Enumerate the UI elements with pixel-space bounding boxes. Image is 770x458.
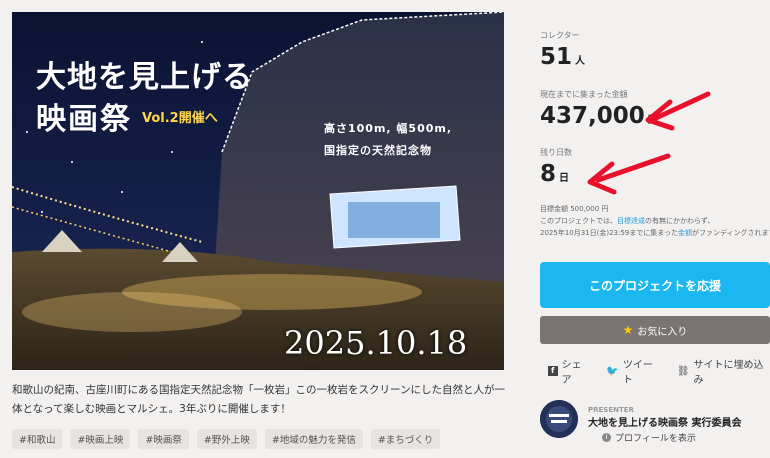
favorite-label: お気に入り bbox=[637, 326, 688, 338]
arrow-icon bbox=[587, 153, 671, 195]
project-hero-image: 大地を見上げる 映画祭 Vol.2開催へ 高さ100m, 幅500m, 国指定の… bbox=[12, 12, 504, 370]
presenter-name[interactable]: 大地を見上げる映画祭 実行委員会 bbox=[588, 418, 770, 430]
days-left: 8日 bbox=[540, 161, 569, 187]
days-unit: 日 bbox=[559, 173, 570, 184]
funding-note-2-suffix: がファンディングされます。 bbox=[691, 229, 770, 237]
tag-list: #和歌山 #映画上映 #映画祭 #野外上映 #地域の魅力を発信 #まちづくり bbox=[12, 429, 441, 449]
project-description: 和歌山の紀南、古座川町にある国指定天然記念物「一枚岩」この一枚岩をスクリーンにし… bbox=[12, 384, 505, 415]
twitter-share-button[interactable]: 🐦 ツイート bbox=[606, 356, 660, 386]
funding-note-1: このプロジェクトでは、目標達成の有無にかかわらず、 bbox=[540, 216, 714, 226]
tag-item[interactable]: #和歌山 bbox=[12, 429, 63, 449]
embed-label: サイトに埋め込み bbox=[693, 360, 764, 386]
profile-link[interactable]: i プロフィールを表示 bbox=[602, 431, 696, 444]
hero-event-date: 2025.10.18 (土) bbox=[284, 324, 468, 370]
funding-note-1-suffix: の有無にかかわらず、 bbox=[645, 217, 715, 225]
tag-item[interactable]: #映画上映 bbox=[70, 429, 131, 449]
goal-amount: 目標金額 500,000 円 bbox=[540, 205, 609, 213]
avatar[interactable] bbox=[540, 400, 578, 438]
collector-count: 51 人 bbox=[540, 44, 585, 70]
embed-button[interactable]: ⛓ サイトに埋め込み bbox=[677, 356, 770, 386]
tag-item[interactable]: #まちづくり bbox=[370, 429, 441, 449]
funding-note-1-prefix: このプロジェクトでは、 bbox=[540, 217, 617, 225]
collector-unit: 人 bbox=[575, 56, 586, 67]
collector-label: コレクター bbox=[540, 31, 580, 40]
twitter-icon: 🐦 bbox=[606, 365, 619, 377]
facebook-icon: f bbox=[548, 366, 558, 376]
hero-tagline-2: 国指定の天然記念物 bbox=[324, 144, 432, 157]
share-row: f シェア 🐦 ツイート ⛓ サイトに埋め込み bbox=[548, 356, 770, 386]
amount-label: 現在までに集まった金額 bbox=[540, 90, 628, 99]
profile-link-label: プロフィールを表示 bbox=[615, 434, 696, 444]
tag-item[interactable]: #野外上映 bbox=[196, 429, 257, 449]
funding-note-2-prefix: 2025年10月31日(金)23:59までに集まった bbox=[540, 229, 678, 237]
funding-note-1-link[interactable]: 目標達成 bbox=[617, 217, 645, 225]
star-icon: ★ bbox=[622, 323, 634, 337]
funding-note-2-link[interactable]: 金額 bbox=[678, 229, 692, 237]
days-value: 8 bbox=[540, 161, 557, 187]
hero-title-line2: 映画祭 bbox=[36, 102, 132, 137]
hero-title-line1: 大地を見上げる bbox=[36, 60, 253, 95]
days-left-label: 残り日数 bbox=[540, 148, 572, 157]
support-project-button[interactable]: このプロジェクトを応援 bbox=[540, 262, 770, 308]
presenter-label: PRESENTER bbox=[588, 406, 634, 414]
hero-vol-label: Vol.2開催へ bbox=[142, 111, 218, 126]
facebook-share-button[interactable]: f シェア bbox=[548, 356, 590, 386]
tag-item[interactable]: #映画祭 bbox=[138, 429, 189, 449]
hero-tagline-1: 高さ100m, 幅500m, bbox=[324, 122, 453, 135]
amount-value: 437,000 bbox=[540, 103, 645, 129]
funding-note-2: 2025年10月31日(金)23:59までに集まった金額がファンディングされます… bbox=[540, 228, 770, 238]
tweet-label: ツイート bbox=[622, 360, 653, 386]
collector-value: 51 bbox=[540, 44, 573, 70]
presenter-logo bbox=[540, 400, 578, 438]
info-icon: i bbox=[602, 433, 611, 442]
tag-item[interactable]: #地域の魅力を発信 bbox=[264, 429, 363, 449]
link-icon: ⛓ bbox=[676, 365, 690, 377]
share-label: シェア bbox=[561, 360, 582, 386]
favorite-button[interactable]: ★ お気に入り bbox=[540, 316, 770, 344]
arrow-icon bbox=[645, 91, 711, 131]
